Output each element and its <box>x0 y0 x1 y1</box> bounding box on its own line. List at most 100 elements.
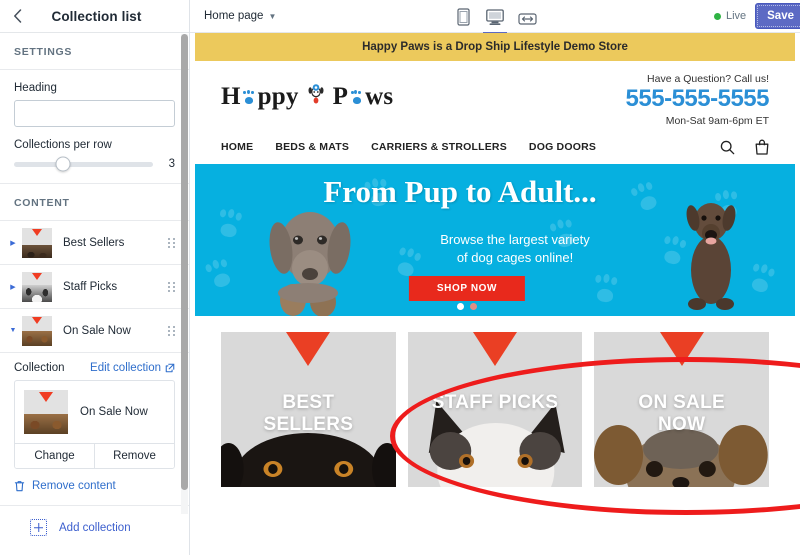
collection-card-label-line2: NOW <box>658 414 706 436</box>
save-button[interactable]: Save <box>755 3 800 29</box>
mobile-view-button[interactable] <box>453 3 473 29</box>
carousel-dot-2[interactable] <box>470 303 477 311</box>
status-badge-live: Live <box>713 10 747 22</box>
cart-icon[interactable] <box>755 139 769 155</box>
logo-text-part3: P <box>332 83 349 110</box>
triangle-marker-icon <box>659 332 704 367</box>
collection-card-label: STAFF PICKS <box>408 392 583 414</box>
collection-list-section: BEST SELLERS STAFF PICKS ON SALE NOW <box>195 316 795 488</box>
contact-hours: Mon-Sat 9am-6pm ET <box>665 115 769 128</box>
list-item-staff-picks[interactable]: ▶ Staff Picks <box>0 265 189 309</box>
drag-handle-icon[interactable] <box>165 325 179 336</box>
nav-item-home[interactable]: HOME <box>221 141 253 153</box>
logo-text-part1: H <box>221 83 241 110</box>
drag-handle-icon[interactable] <box>165 237 179 248</box>
selected-collection-card: On Sale Now Change Remove <box>14 380 175 469</box>
collection-card-label-line1: BEST <box>282 392 335 414</box>
chevron-down-icon[interactable]: ▼ <box>6 327 20 334</box>
triangle-marker-icon <box>32 316 42 324</box>
nav-item-beds-mats[interactable]: BEDS & MATS <box>275 141 349 153</box>
topbar-actions: Live Save <box>713 0 800 33</box>
hero-subtitle-line1: Browse the largest variety <box>440 232 590 248</box>
drag-handle-icon[interactable] <box>165 281 179 292</box>
collections-per-row-slider[interactable] <box>14 156 153 172</box>
contact-phone[interactable]: 555-555-5555 <box>626 86 770 111</box>
store-logo[interactable]: H ppy P ws <box>221 73 393 111</box>
collection-card-label: BEST SELLERS <box>221 392 396 436</box>
heading-input[interactable] <box>14 100 175 127</box>
list-item-best-sellers[interactable]: ▶ Best Sellers <box>0 221 189 265</box>
collection-card-best-sellers[interactable]: BEST SELLERS <box>221 332 396 488</box>
chevron-right-icon[interactable]: ▶ <box>6 283 20 291</box>
hero-subtitle: Browse the largest variety of dog cages … <box>195 231 795 266</box>
edit-collection-label: Edit collection <box>90 362 161 374</box>
carousel-dots <box>457 303 477 311</box>
triangle-marker-icon <box>473 332 517 367</box>
collection-card-staff-picks[interactable]: STAFF PICKS <box>407 332 583 488</box>
hero-subtitle-line2: of dog cages online! <box>456 249 574 265</box>
collection-card-label-line1: STAFF PICKS <box>431 392 559 414</box>
collection-thumbnail <box>22 271 52 302</box>
triangle-marker-icon <box>32 272 42 280</box>
back-chevron-icon[interactable] <box>0 0 34 33</box>
settings-sidebar: Collection list SETTINGS Heading Collect… <box>0 0 190 555</box>
selected-collection-name: On Sale Now <box>80 406 148 418</box>
content-section-label: CONTENT <box>0 183 189 221</box>
remove-content-link[interactable]: Remove content <box>0 469 189 505</box>
hero-banner: From Pup to Adult... Browse the largest … <box>195 164 795 317</box>
triangle-marker-icon <box>39 392 53 402</box>
paw-print-icon <box>243 89 256 104</box>
collection-card-on-sale-now[interactable]: ON SALE NOW <box>594 332 770 488</box>
scrollbar-thumb[interactable] <box>181 34 188 490</box>
nav-item-carriers-strollers[interactable]: CARRIERS & STROLLERS <box>371 141 507 153</box>
live-label: Live <box>725 10 747 22</box>
editor-topbar: Home page ▼ Live Save <box>190 0 800 34</box>
hero-title: From Pup to Adult... <box>323 174 597 210</box>
list-item-on-sale-now[interactable]: ▼ On Sale Now <box>0 309 189 353</box>
chevron-right-icon[interactable]: ▶ <box>6 239 20 247</box>
device-preview-toggle-group <box>453 0 537 34</box>
preview-stage: Happy Paws is a Drop Ship Lifestyle Demo… <box>190 33 800 555</box>
remove-button[interactable]: Remove <box>94 444 174 468</box>
dog-photo <box>22 330 52 346</box>
mobile-icon <box>456 8 470 26</box>
dog-photo <box>22 244 52 258</box>
collections-per-row-label: Collections per row <box>14 139 112 151</box>
store-navigation: HOME BEDS & MATS CARRIERS & STROLLERS DO… <box>195 133 795 164</box>
chevron-left-icon <box>13 9 21 23</box>
slider-value: 3 <box>168 158 175 170</box>
promo-banner: Happy Paws is a Drop Ship Lifestyle Demo… <box>195 33 795 61</box>
dog-photo <box>22 284 52 302</box>
remove-content-label: Remove content <box>32 480 116 492</box>
collection-thumbnail <box>22 315 52 346</box>
shop-now-button[interactable]: SHOP NOW <box>408 276 526 302</box>
external-link-icon <box>165 363 175 373</box>
add-collection-button[interactable]: Add collection <box>14 519 175 536</box>
desktop-icon <box>486 9 504 25</box>
storefront-preview: Happy Paws is a Drop Ship Lifestyle Demo… <box>195 33 795 488</box>
carousel-dot-1[interactable] <box>457 303 464 311</box>
store-header: H ppy P ws Have a Question? Call us! 555… <box>195 61 795 133</box>
fullscreen-view-button[interactable] <box>517 3 537 29</box>
logo-text-part4: ws <box>365 83 394 110</box>
desktop-view-button[interactable] <box>483 3 507 34</box>
nav-item-dog-doors[interactable]: DOG DOORS <box>529 141 596 153</box>
selected-collection-thumbnail <box>24 390 68 434</box>
collection-detail-panel: Collection Edit collection On Sale Now C… <box>0 353 189 469</box>
chevron-down-icon: ▼ <box>268 11 277 21</box>
page-selector-label: Home page <box>204 10 264 22</box>
search-icon[interactable] <box>720 140 735 155</box>
slider-thumb[interactable] <box>55 156 71 172</box>
add-collection-section: Add collection <box>0 505 189 549</box>
collection-card-label-line2: SELLERS <box>263 414 354 436</box>
page-selector-dropdown[interactable]: Home page ▼ <box>204 10 276 22</box>
heading-field-block: Heading <box>0 70 189 135</box>
change-button[interactable]: Change <box>15 444 94 468</box>
collections-per-row-block: Collections per row 3 <box>0 135 189 183</box>
fullscreen-icon <box>517 13 537 25</box>
edit-collection-link[interactable]: Edit collection <box>90 362 175 374</box>
logo-text-part2: ppy <box>257 83 299 110</box>
sidebar-header: Collection list <box>0 0 189 33</box>
sidebar-scrollbar[interactable] <box>181 34 188 514</box>
paw-print-icon <box>350 89 363 104</box>
